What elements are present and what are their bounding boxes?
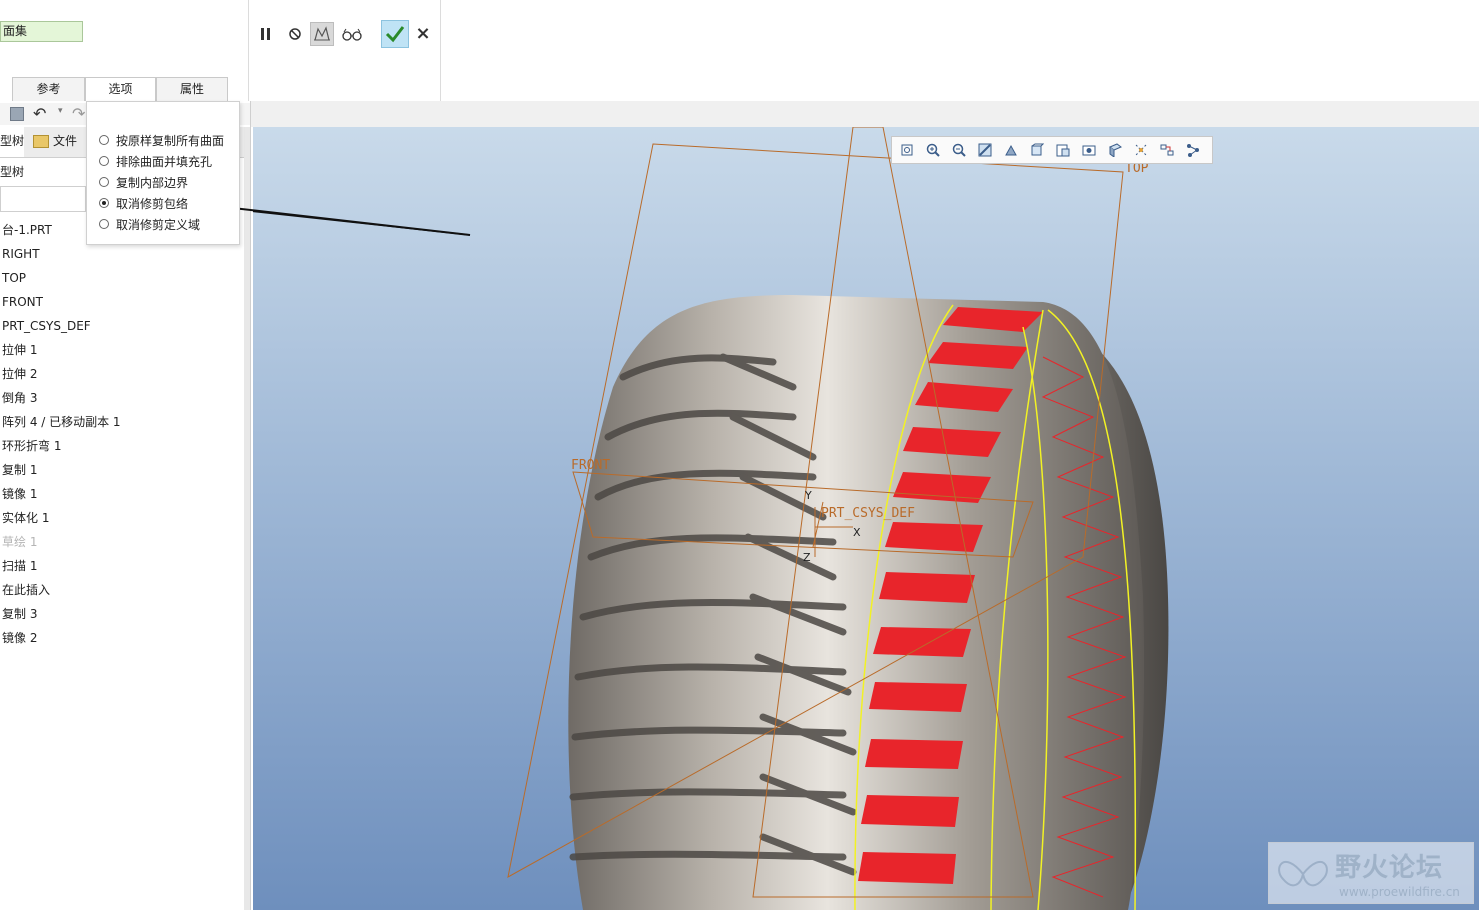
tree-item[interactable]: 草绘 1 [2,532,242,556]
surface-set-collector[interactable]: 面集 [0,21,83,42]
tree-item[interactable]: PRT_CSYS_DEF [2,316,242,340]
option-label: 复制内部边界 [116,175,189,190]
checkmark-icon [385,26,405,43]
tree-item[interactable]: RIGHT [2,244,242,268]
radio-button[interactable] [99,135,109,145]
zoom-out-icon[interactable] [948,139,970,161]
option-radio-row[interactable]: 复制内部边界 [99,173,188,191]
tab-folder-label: 文件 [53,134,78,148]
z-axis-label: Z [803,551,811,564]
undo-icon[interactable]: ↶ [33,104,46,123]
option-radio-row[interactable]: 按原样复制所有曲面 [99,131,224,149]
refit-icon[interactable] [896,139,918,161]
tree-header: 型树 [0,165,25,179]
chevron-down-icon[interactable]: ▾ [58,106,63,116]
option-label: 排除曲面并填充孔 [116,154,213,169]
perspective-icon[interactable] [1104,139,1126,161]
annotation-icon[interactable] [1182,139,1204,161]
repaint-icon[interactable] [974,139,996,161]
radio-button[interactable] [99,156,109,166]
option-radio-row[interactable]: 排除曲面并填充孔 [99,152,212,170]
tab-properties[interactable]: 属性 [156,77,228,101]
preview-icon[interactable] [310,22,334,46]
option-radio-row[interactable]: 取消修剪包络 [99,194,188,212]
tab-folder-browser[interactable]: 文件 [28,127,84,157]
tab-model-tree[interactable]: 型树 [0,127,24,157]
x-axis-label: X [853,526,861,539]
tab-references[interactable]: 参考 [12,77,85,101]
tree-search-input[interactable] [0,186,86,212]
tire-model: TOP FRONT PRT_CSYS_DEF Y X Z [253,127,1169,910]
tree-item[interactable]: 倒角 3 [2,388,242,412]
datum-display-icon[interactable] [1130,139,1152,161]
redo-icon[interactable]: ↷ [72,104,85,123]
options-popup: 按原样复制所有曲面 排除曲面并填充孔 复制内部边界 取消修剪包络 取消修剪定义域 [86,101,240,245]
saved-views-icon[interactable] [1026,139,1048,161]
csys-label: PRT_CSYS_DEF [821,506,915,521]
panel-scrollbar[interactable] [244,127,250,910]
butterfly-logo [1278,860,1328,887]
ok-button[interactable] [381,20,409,48]
ribbon-separator [440,0,441,101]
front-plane-label: FRONT [571,458,610,473]
spin-center-icon[interactable] [1156,139,1178,161]
cancel-button[interactable]: × [412,22,434,46]
tab-options[interactable]: 选项 [85,77,156,103]
save-icon[interactable] [10,107,24,121]
radio-button[interactable] [99,177,109,187]
folder-icon [33,135,49,148]
view-manager-icon[interactable] [1052,139,1074,161]
tree-item[interactable]: 环形折弯 1 [2,436,242,460]
ribbon-separator [248,0,249,101]
watermark-title: 野火论坛 [1335,853,1444,883]
stop-icon[interactable] [283,22,307,46]
tree-item[interactable]: 复制 1 [2,460,242,484]
tree-item[interactable]: 镜像 2 [2,628,242,652]
pause-icon[interactable] [254,22,278,46]
tree-item[interactable]: 拉伸 1 [2,340,242,364]
radio-button[interactable] [99,198,109,208]
model-tree: 台-1.PRT RIGHT TOP FRONT PRT_CSYS_DEF 拉伸 1 拉伸 2… [2,220,242,652]
option-radio-row[interactable]: 取消修剪定义域 [99,215,200,233]
viewport-header [251,101,1479,127]
zoom-in-icon[interactable] [922,139,944,161]
forum-watermark: 野火论坛 www.proewildfire.cn [1268,842,1474,904]
option-label: 按原样复制所有曲面 [116,133,225,148]
verify-icon[interactable] [340,22,364,46]
tree-item[interactable]: 阵列 4 / 已移动副本 1 [2,412,242,436]
tree-item[interactable]: 扫描 1 [2,556,242,580]
graphics-viewport[interactable]: TOP FRONT PRT_CSYS_DEF Y X Z [253,127,1479,910]
tree-item[interactable]: 镜像 1 [2,484,242,508]
tree-item[interactable]: FRONT [2,292,242,316]
tree-item[interactable]: 复制 3 [2,604,242,628]
watermark-url: www.proewildfire.cn [1339,885,1460,899]
view-toolbar [891,136,1213,164]
tree-item[interactable]: 在此插入 [2,580,242,604]
option-label: 取消修剪定义域 [116,217,201,232]
radio-button[interactable] [99,219,109,229]
tree-item[interactable]: 拉伸 2 [2,364,242,388]
y-axis-label: Y [804,489,812,502]
tree-item[interactable]: TOP [2,268,242,292]
option-label: 取消修剪包络 [116,196,189,211]
tree-item[interactable]: 实体化 1 [2,508,242,532]
appearance-icon[interactable] [1078,139,1100,161]
display-style-icon[interactable] [1000,139,1022,161]
